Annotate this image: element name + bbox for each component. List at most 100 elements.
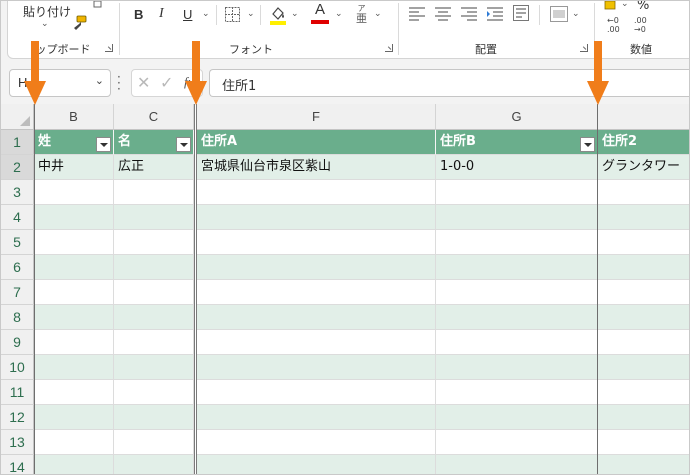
italic-button[interactable]: I	[159, 6, 164, 22]
format-painter-icon[interactable]	[71, 15, 89, 33]
phonetic-guide-button[interactable]: ア 亜	[356, 4, 367, 25]
table-cell[interactable]	[114, 280, 194, 305]
indent-icon[interactable]	[487, 7, 503, 21]
table-cell[interactable]	[436, 405, 598, 430]
paste-button[interactable]: 貼り付け	[23, 3, 71, 20]
table-cell[interactable]	[197, 280, 436, 305]
row-header[interactable]: 7	[1, 280, 34, 305]
table-cell[interactable]	[114, 230, 194, 255]
table-cell[interactable]	[197, 405, 436, 430]
percent-button[interactable]: %	[637, 1, 649, 13]
table-cell[interactable]	[598, 355, 689, 380]
merge-center-icon[interactable]	[550, 6, 568, 22]
borders-dropdown-chevron-icon[interactable]: ⌄	[247, 9, 255, 19]
table-cell[interactable]	[197, 305, 436, 330]
table-cell[interactable]	[114, 430, 194, 455]
table-cell[interactable]	[114, 355, 194, 380]
table-header-cell[interactable]: 住所2	[598, 130, 689, 155]
table-header-cell[interactable]: 姓	[34, 130, 114, 155]
row-header[interactable]: 6	[1, 255, 34, 280]
column-header-f[interactable]: F	[197, 104, 436, 130]
table-header-cell[interactable]: 住所A	[197, 130, 436, 155]
name-box-chevron-down-icon[interactable]: ⌄	[95, 74, 104, 87]
table-cell[interactable]	[34, 280, 114, 305]
table-cell[interactable]	[436, 180, 598, 205]
row-header[interactable]: 5	[1, 230, 34, 255]
column-header-h[interactable]	[598, 104, 689, 130]
table-cell[interactable]	[436, 255, 598, 280]
table-cell[interactable]	[598, 280, 689, 305]
table-cell[interactable]	[34, 430, 114, 455]
table-cell[interactable]: 宮城県仙台市泉区紫山	[197, 155, 436, 180]
row-header[interactable]: 1	[1, 130, 34, 155]
table-cell[interactable]	[34, 205, 114, 230]
row-header[interactable]: 14	[1, 455, 34, 474]
table-cell[interactable]	[197, 380, 436, 405]
table-cell[interactable]	[114, 255, 194, 280]
table-header-cell[interactable]: 住所B	[436, 130, 598, 155]
table-cell[interactable]	[197, 330, 436, 355]
select-all-corner[interactable]	[1, 104, 34, 130]
bold-button[interactable]: B	[134, 7, 143, 22]
align-center-icon[interactable]	[435, 7, 451, 21]
row-header[interactable]: 2	[1, 155, 34, 180]
borders-icon[interactable]	[225, 7, 240, 22]
table-cell[interactable]	[114, 455, 194, 474]
table-cell[interactable]: 中井	[34, 155, 114, 180]
row-header[interactable]: 8	[1, 305, 34, 330]
column-header-b[interactable]: B	[34, 104, 114, 130]
cancel-icon[interactable]: ✕	[137, 73, 150, 92]
row-header[interactable]: 4	[1, 205, 34, 230]
table-cell[interactable]	[114, 330, 194, 355]
fill-color-icon[interactable]	[269, 4, 287, 26]
table-cell[interactable]	[436, 430, 598, 455]
table-cell[interactable]: 広正	[114, 155, 194, 180]
table-cell[interactable]	[598, 305, 689, 330]
row-header[interactable]: 11	[1, 380, 34, 405]
row-header[interactable]: 13	[1, 430, 34, 455]
table-cell[interactable]	[598, 180, 689, 205]
table-cell[interactable]	[114, 405, 194, 430]
table-cell[interactable]	[34, 230, 114, 255]
table-cell[interactable]: グランタワー	[598, 155, 689, 180]
decrease-decimal-button[interactable]: .00 →0	[634, 16, 647, 34]
table-cell[interactable]	[598, 430, 689, 455]
table-cell[interactable]	[114, 205, 194, 230]
table-cell[interactable]	[598, 405, 689, 430]
paste-dropdown-chevron-icon[interactable]: ⌄	[41, 19, 49, 29]
cut-icon[interactable]	[93, 1, 103, 9]
table-cell[interactable]	[598, 455, 689, 474]
table-cell[interactable]	[197, 455, 436, 474]
column-header-g[interactable]: G	[436, 104, 598, 130]
table-cell[interactable]	[436, 280, 598, 305]
table-cell[interactable]	[34, 405, 114, 430]
table-cell[interactable]	[598, 230, 689, 255]
frozen-pane-divider[interactable]	[34, 104, 35, 474]
table-cell[interactable]	[598, 380, 689, 405]
wrap-text-icon[interactable]	[513, 5, 529, 21]
formula-input[interactable]: 住所1	[209, 69, 689, 97]
font-color-dropdown-chevron-icon[interactable]: ⌄	[335, 9, 343, 19]
table-cell[interactable]: 1-0-0	[436, 155, 598, 180]
table-cell[interactable]	[598, 255, 689, 280]
table-cell[interactable]	[114, 305, 194, 330]
align-left-icon[interactable]	[409, 7, 425, 21]
filter-dropdown-icon[interactable]	[580, 137, 595, 152]
row-header[interactable]: 12	[1, 405, 34, 430]
table-cell[interactable]	[34, 455, 114, 474]
table-cell[interactable]	[197, 430, 436, 455]
table-cell[interactable]	[34, 180, 114, 205]
phonetic-dropdown-chevron-icon[interactable]: ⌄	[374, 9, 382, 19]
split-divider[interactable]	[597, 104, 598, 474]
table-cell[interactable]	[34, 355, 114, 380]
filter-dropdown-icon[interactable]	[176, 137, 191, 152]
clipboard-launcher-icon[interactable]	[105, 44, 113, 52]
row-header[interactable]: 9	[1, 330, 34, 355]
font-color-button[interactable]: A	[311, 2, 329, 24]
enter-check-icon[interactable]: ✓	[160, 73, 173, 92]
row-header[interactable]: 10	[1, 355, 34, 380]
table-cell[interactable]	[114, 180, 194, 205]
table-cell[interactable]	[436, 380, 598, 405]
underline-dropdown-chevron-icon[interactable]: ⌄	[202, 9, 210, 19]
table-cell[interactable]	[436, 205, 598, 230]
